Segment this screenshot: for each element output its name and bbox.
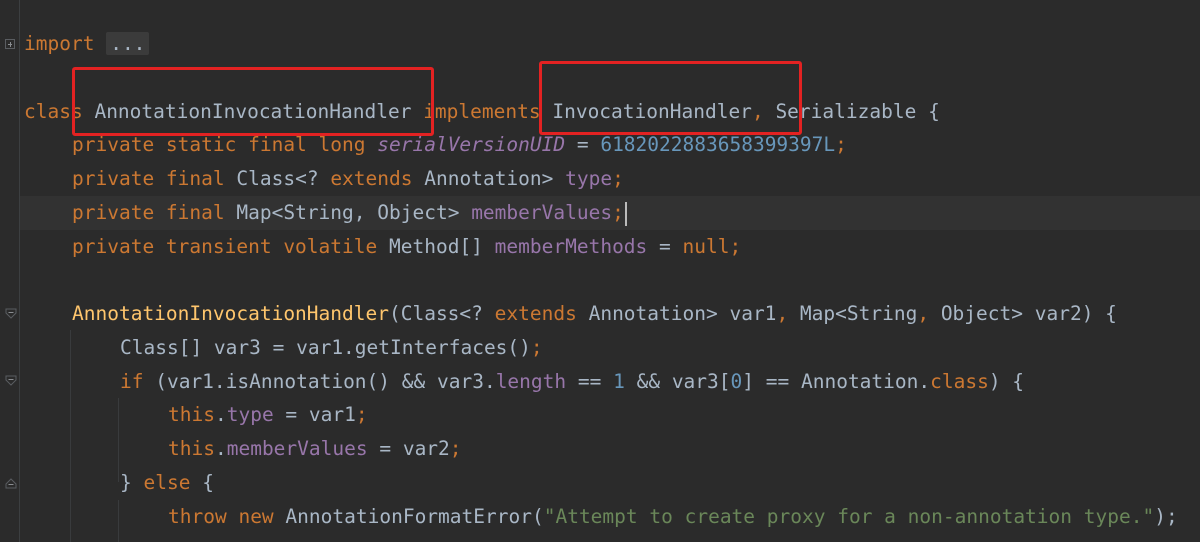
number-literal: 0 (730, 370, 743, 393)
indent-guide (118, 500, 119, 542)
params: Map<String (788, 302, 918, 325)
type-name: Map<String, Object> (236, 201, 460, 224)
interface-name: InvocationHandler (552, 100, 752, 123)
field-name: type (565, 167, 613, 190)
field-name: type (226, 403, 274, 426)
punctuation: { (190, 471, 214, 494)
punctuation: , (776, 302, 789, 325)
fold-collapse-icon[interactable] (5, 308, 17, 320)
code-line-field[interactable]: private final Class<? extends Annotation… (72, 162, 624, 196)
constructor-name: AnnotationInvocationHandler (72, 302, 389, 325)
keyword: extends (330, 167, 413, 190)
punctuation: ); (1154, 505, 1178, 528)
keyword: this (168, 403, 215, 426)
statement: Class[] var3 = var1.getInterfaces() (120, 336, 531, 359)
expression: ) { (988, 370, 1025, 393)
class-name: AnnotationFormatError( (273, 505, 544, 528)
number-literal: 1 (613, 370, 625, 393)
text-caret (624, 201, 627, 226)
expression: && var3[ (624, 370, 731, 393)
fold-collapse-icon[interactable] (5, 375, 17, 387)
operator: = (565, 133, 601, 156)
expression: = var1 (273, 403, 356, 426)
operator: == (566, 370, 614, 393)
punctuation: . (214, 403, 227, 426)
expression: ] == Annotation. (742, 370, 931, 393)
field-name: memberMethods (494, 235, 648, 258)
field-name: memberValues (471, 201, 613, 224)
type-name: Method[] (389, 235, 483, 258)
punctuation: ; (530, 336, 543, 359)
punctuation: ; (612, 167, 624, 190)
params: Annotation> var1 (576, 302, 777, 325)
modifiers: private transient volatile (72, 235, 378, 258)
expression: (var1.isAnnotation() && var3. (143, 370, 496, 393)
class-name: AnnotationInvocationHandler (94, 100, 412, 123)
code-line-statement[interactable]: Class[] var3 = var1.getInterfaces(); (120, 331, 543, 365)
keyword: this (168, 437, 215, 460)
punctuation: ; (449, 437, 462, 460)
indent-guide (70, 330, 71, 542)
interface-name: Serializable (775, 100, 917, 123)
string-literal: "Attempt to create proxy for a non-annot… (543, 505, 1155, 528)
code-line-field[interactable]: private static final long serialVersionU… (72, 128, 847, 162)
folded-imports[interactable]: ... (106, 32, 150, 55)
fold-end-icon[interactable] (5, 477, 17, 489)
punctuation: ; (835, 133, 847, 156)
punctuation: } (120, 471, 144, 494)
type-name: Class<? (236, 167, 319, 190)
fold-expand-icon[interactable] (5, 39, 15, 49)
keyword: throw (168, 505, 227, 528)
punctuation: { (928, 100, 940, 123)
code-line-constructor[interactable]: AnnotationInvocationHandler(Class<? exte… (72, 297, 1117, 331)
code-line-assignment[interactable]: this.memberValues = var2; (168, 432, 462, 466)
keyword: new (238, 505, 274, 528)
code-line-if[interactable]: if (var1.isAnnotation() && var3.length =… (120, 365, 1024, 399)
keyword: extends (494, 302, 577, 325)
keyword: class (24, 100, 83, 123)
keyword: import (24, 32, 95, 55)
expression: = var2 (367, 437, 450, 460)
punctuation: , (751, 100, 764, 123)
punctuation: ; (355, 403, 368, 426)
keyword: implements (423, 100, 541, 123)
params: Object> var2) { (929, 302, 1117, 325)
code-line-field-current[interactable]: private final Map<String, Object> member… (72, 196, 627, 230)
code-line-field[interactable]: private transient volatile Method[] memb… (72, 230, 741, 264)
code-line-else[interactable]: } else { (120, 466, 214, 500)
keyword: else (143, 471, 191, 494)
params: (Class<? (388, 302, 495, 325)
code-line-import[interactable]: import ... (24, 27, 150, 61)
modifiers: private static final long (72, 133, 366, 156)
modifiers: private final (72, 201, 225, 224)
keyword: if (120, 370, 144, 393)
field-name: memberValues (226, 437, 368, 460)
number-literal: 6182022883658399397L (600, 133, 836, 156)
punctuation: ; (729, 235, 742, 258)
code-line-assignment[interactable]: this.type = var1; (168, 398, 368, 432)
punctuation: , (917, 302, 930, 325)
editor-gutter (0, 0, 20, 542)
code-line-throw[interactable]: throw new AnnotationFormatError("Attempt… (168, 500, 1178, 534)
field-name: serialVersionUID (377, 133, 566, 156)
gutter-divider (19, 0, 20, 542)
operator: = (647, 235, 683, 258)
code-line-class-declaration[interactable]: class AnnotationInvocationHandler implem… (24, 95, 940, 129)
modifiers: private final (72, 167, 225, 190)
field-name: length (495, 370, 567, 393)
punctuation: ; (612, 201, 624, 224)
null-literal: null (682, 235, 730, 258)
indent-guide (118, 398, 119, 482)
punctuation: . (214, 437, 227, 460)
type-name: Annotation> (424, 167, 554, 190)
keyword: class (930, 370, 989, 393)
